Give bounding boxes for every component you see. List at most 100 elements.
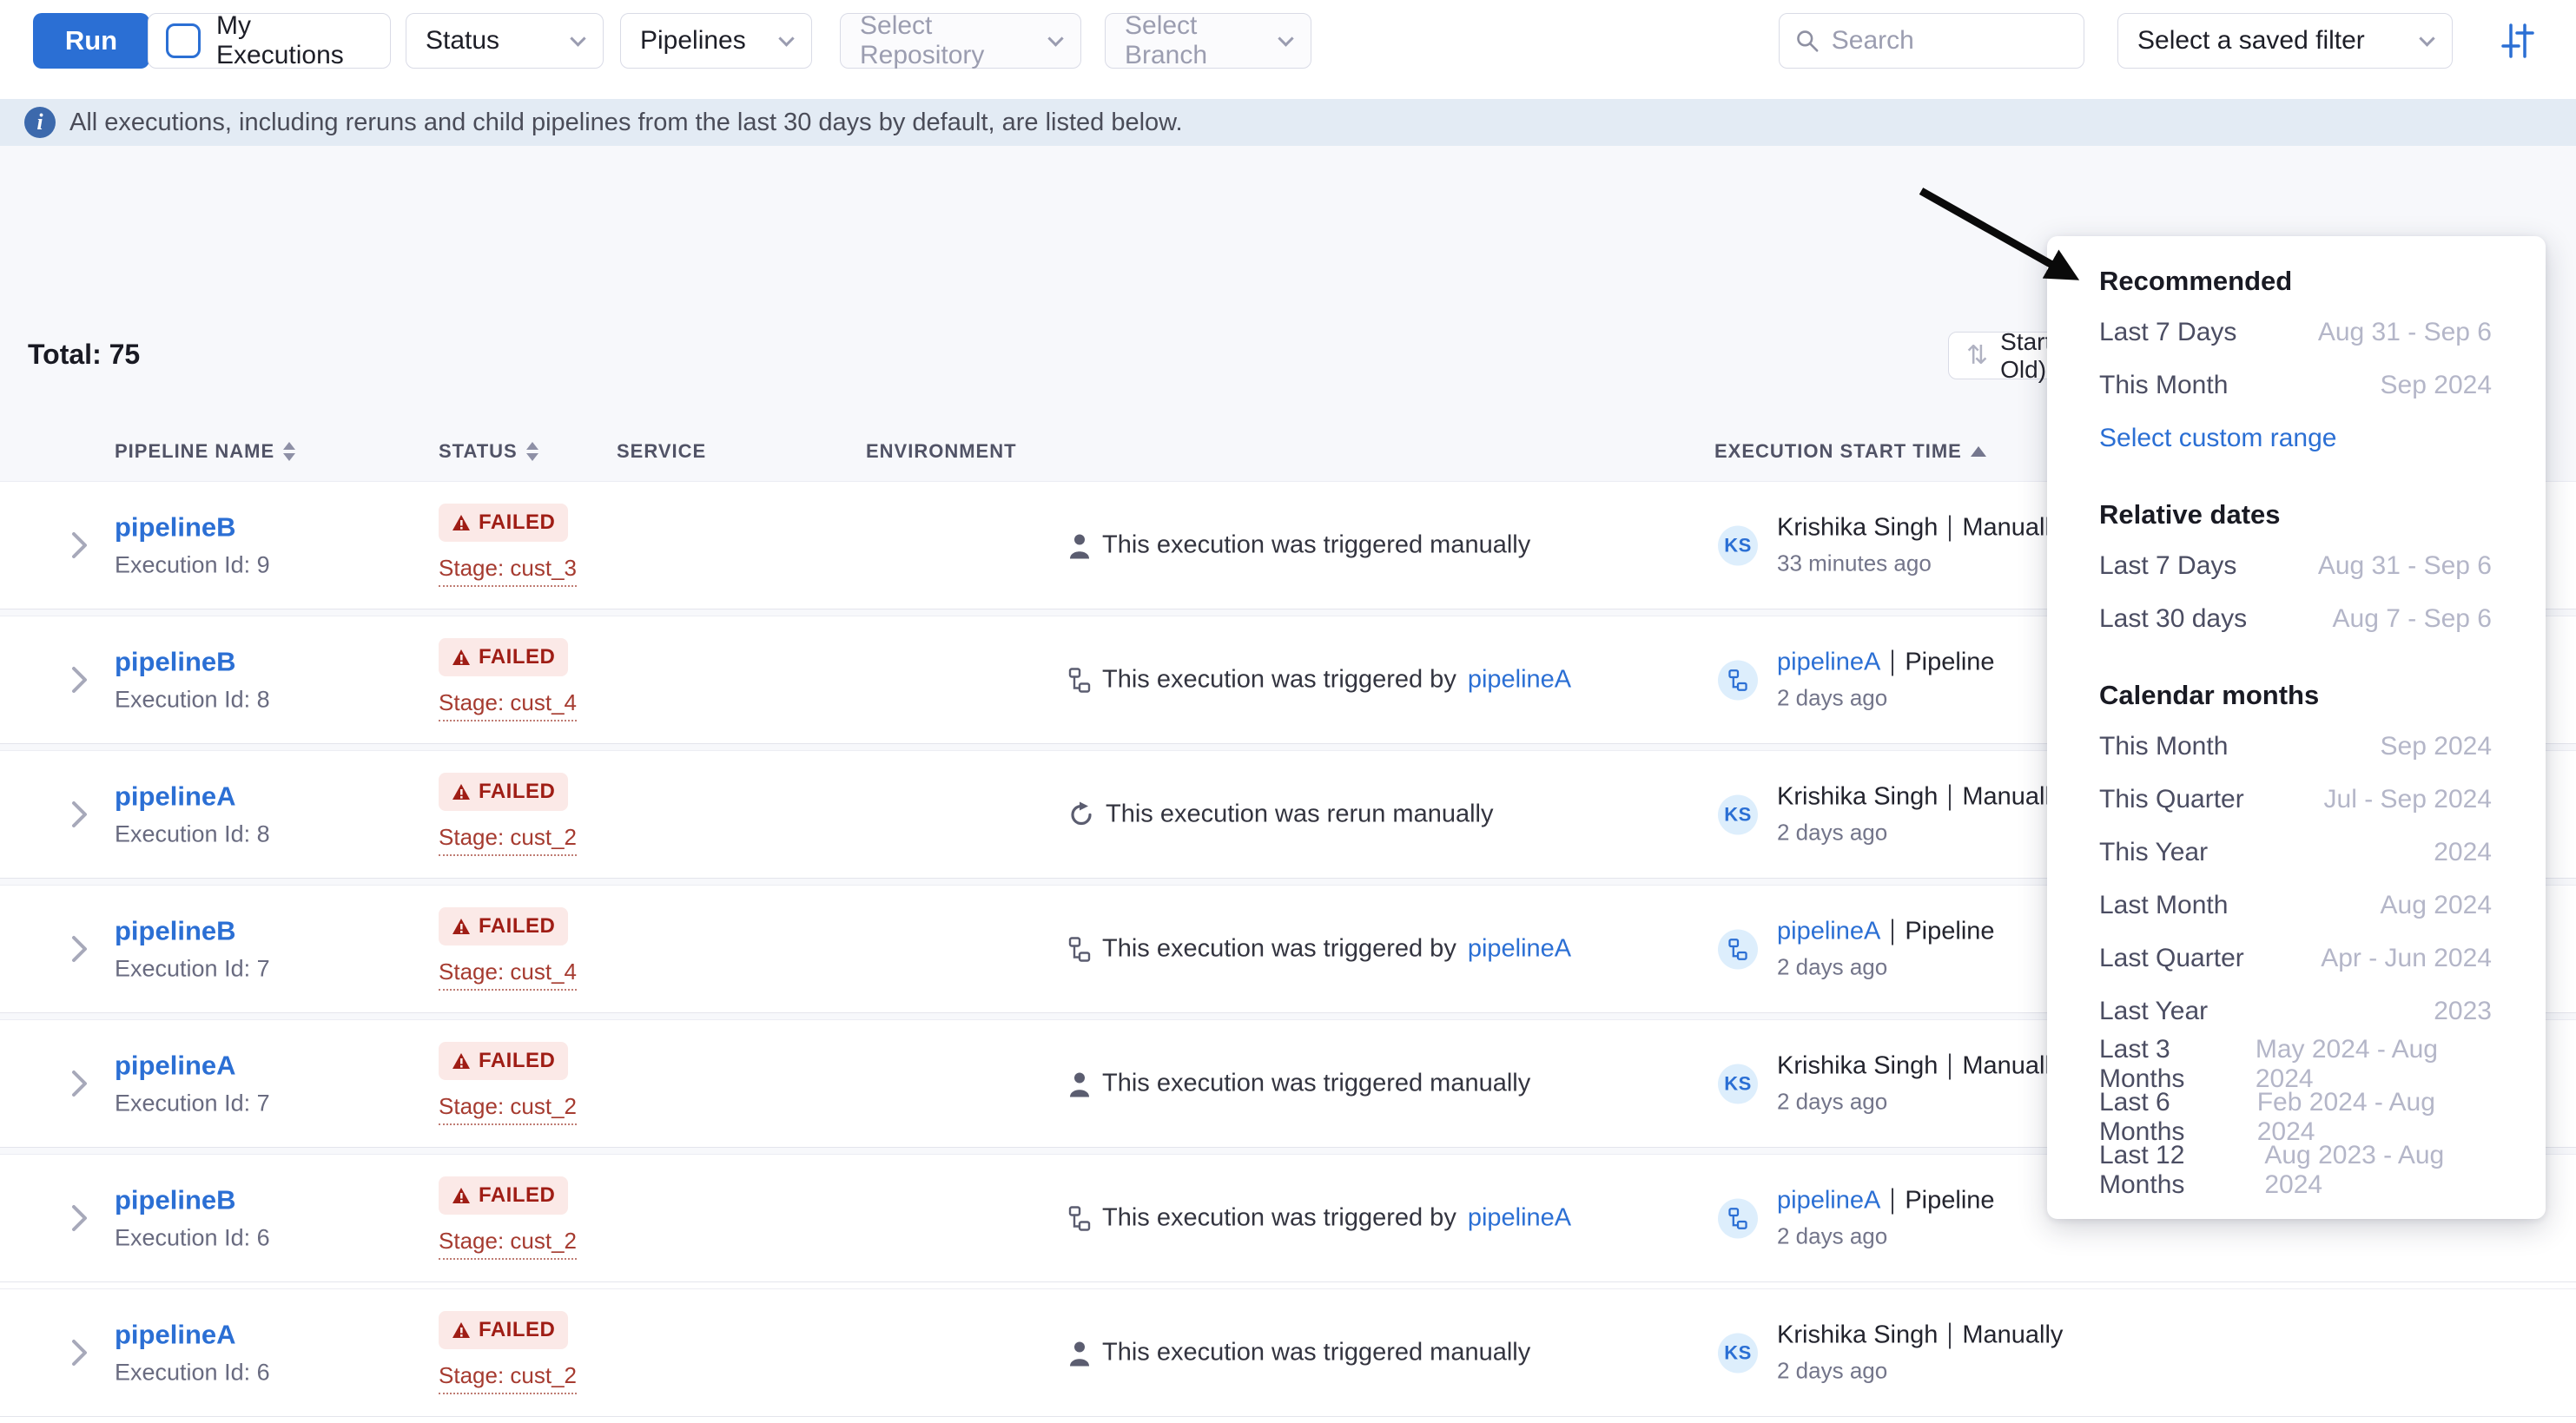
menu-item-select-custom-range[interactable]: Select custom range [2047, 412, 2546, 464]
triggered-by-pipeline-link[interactable]: pipelineA [1777, 1187, 1880, 1215]
triggered-by-pipeline-link[interactable]: pipelineA [1777, 918, 1880, 946]
person-icon [1068, 532, 1091, 558]
date-range-hint: May 2024 - Aug 2024 [2256, 1035, 2492, 1094]
date-range-hint: Feb 2024 - Aug 2024 [2257, 1088, 2492, 1147]
info-banner-text: All executions, including reruns and chi… [69, 109, 1183, 137]
trigger-pipeline-link[interactable]: pipelineA [1468, 666, 1571, 695]
pipeline-name-link[interactable]: pipelineB [115, 512, 270, 544]
triggered-by-name: Krishika Singh [1777, 514, 1938, 543]
failed-stage-link[interactable]: Stage: cust_3 [439, 555, 577, 587]
menu-item-this-year[interactable]: This Year 2024 [2047, 826, 2546, 879]
row-expand-chevron-icon[interactable] [71, 1070, 89, 1097]
execution-time-ago: 2 days ago [1777, 820, 2063, 847]
trigger-pipeline-link[interactable]: pipelineA [1468, 1204, 1571, 1233]
status-badge: FAILED [439, 907, 568, 945]
status-badge: FAILED [439, 773, 568, 811]
chevron-down-icon [1278, 30, 1293, 46]
trigger-message: This execution was triggered by [1102, 1204, 1456, 1233]
column-header-pipeline-name[interactable]: PIPELINE NAME [115, 440, 295, 463]
warning-icon [452, 1187, 471, 1204]
triggered-by-name: Krishika Singh [1777, 1321, 1938, 1350]
menu-item-last-12-months[interactable]: Last 12 Months Aug 2023 - Aug 2024 [2047, 1143, 2546, 1196]
top-toolbar: Run My Executions Status Pipelines Selec… [0, 0, 2576, 99]
pipeline-name-link[interactable]: pipelineB [115, 916, 270, 947]
menu-item-last-3-months[interactable]: Last 3 Months May 2024 - Aug 2024 [2047, 1038, 2546, 1090]
chevron-down-icon [570, 30, 585, 46]
column-header-service: SERVICE [617, 440, 706, 463]
person-icon [1068, 1071, 1091, 1097]
pipeline-name-link[interactable]: pipelineB [115, 1185, 270, 1216]
pipeline-name-link[interactable]: pipelineB [115, 647, 270, 678]
column-header-status[interactable]: STATUS [439, 440, 538, 463]
status-badge: FAILED [439, 638, 568, 676]
menu-section-header: Recommended [2047, 255, 2546, 306]
warning-icon [452, 1321, 471, 1339]
menu-item-last-6-months[interactable]: Last 6 Months Feb 2024 - Aug 2024 [2047, 1090, 2546, 1143]
run-button[interactable]: Run [33, 13, 149, 69]
row-expand-chevron-icon[interactable] [71, 1339, 89, 1367]
search-input[interactable] [1832, 26, 2068, 56]
failed-stage-link[interactable]: Stage: cust_2 [439, 824, 577, 856]
trigger-message: This execution was triggered by [1102, 935, 1456, 964]
user-avatar: KS [1718, 1064, 1758, 1103]
branch-filter-dropdown[interactable]: Select Branch [1105, 13, 1311, 69]
date-range-hint: 2023 [2434, 997, 2492, 1026]
my-executions-toggle[interactable]: My Executions [148, 13, 391, 69]
pipeline-avatar [1718, 929, 1758, 969]
pipelines-filter-dropdown[interactable]: Pipelines [620, 13, 812, 69]
menu-item-last-7-days[interactable]: Last 7 Days Aug 31 - Sep 6 [2047, 539, 2546, 592]
failed-stage-link[interactable]: Stage: cust_2 [439, 1228, 577, 1260]
my-executions-checkbox[interactable] [166, 23, 201, 58]
date-range-hint: Aug 31 - Sep 6 [2318, 318, 2492, 347]
person-icon [1068, 1340, 1091, 1366]
date-range-hint: Aug 7 - Sep 6 [2333, 604, 2492, 634]
failed-stage-link[interactable]: Stage: cust_4 [439, 689, 577, 721]
pipeline-name-link[interactable]: pipelineA [115, 781, 270, 813]
failed-stage-link[interactable]: Stage: cust_2 [439, 1362, 577, 1394]
saved-filter-dropdown[interactable]: Select a saved filter [2117, 13, 2453, 69]
search-box[interactable] [1779, 13, 2084, 69]
menu-item-this-month[interactable]: This Month Sep 2024 [2047, 720, 2546, 773]
menu-item-last-year[interactable]: Last Year 2023 [2047, 985, 2546, 1038]
trigger-message: This execution was triggered manually [1102, 1339, 1530, 1367]
status-badge: FAILED [439, 1176, 568, 1215]
menu-item-last-30-days[interactable]: Last 30 days Aug 7 - Sep 6 [2047, 592, 2546, 645]
execution-id: Execution Id: 7 [115, 1090, 270, 1117]
executions-page: { "toolbar": { "run_label": "Run", "my_e… [0, 0, 2576, 1243]
row-expand-chevron-icon[interactable] [71, 800, 89, 828]
menu-item-this-month[interactable]: This Month Sep 2024 [2047, 359, 2546, 412]
date-range-hint: Sep 2024 [2381, 371, 2492, 400]
trigger-message: This execution was triggered manually [1102, 531, 1530, 560]
status-badge: FAILED [439, 1311, 568, 1349]
date-range-hint: Aug 2024 [2381, 891, 2492, 920]
row-expand-chevron-icon[interactable] [71, 935, 89, 963]
pipeline-name-link[interactable]: pipelineA [115, 1320, 270, 1351]
triggered-by-pipeline-link[interactable]: pipelineA [1777, 649, 1880, 677]
row-expand-chevron-icon[interactable] [71, 666, 89, 694]
menu-item-last-month[interactable]: Last Month Aug 2024 [2047, 879, 2546, 932]
separator [1892, 919, 1893, 945]
column-header-execution-start-time[interactable]: EXECUTION START TIME [1714, 440, 1986, 463]
pipeline-name-link[interactable]: pipelineA [115, 1051, 270, 1082]
execution-id: Execution Id: 9 [115, 552, 270, 579]
trigger-type: Manually [1962, 1321, 2063, 1350]
menu-item-last-7-days[interactable]: Last 7 Days Aug 31 - Sep 6 [2047, 306, 2546, 359]
failed-stage-link[interactable]: Stage: cust_2 [439, 1093, 577, 1125]
row-expand-chevron-icon[interactable] [71, 531, 89, 559]
chevron-down-icon [2419, 30, 2434, 46]
date-range-hint: Apr - Jun 2024 [2321, 944, 2492, 973]
status-filter-dropdown[interactable]: Status [406, 13, 604, 69]
menu-item-this-quarter[interactable]: This Quarter Jul - Sep 2024 [2047, 773, 2546, 826]
filter-settings-icon[interactable] [2498, 21, 2538, 61]
repository-filter-label: Select Repository [860, 11, 1050, 70]
failed-stage-link[interactable]: Stage: cust_4 [439, 959, 577, 991]
repository-filter-dropdown[interactable]: Select Repository [840, 13, 1081, 69]
trigger-pipeline-link[interactable]: pipelineA [1468, 935, 1571, 964]
info-icon: i [24, 107, 56, 138]
menu-item-last-quarter[interactable]: Last Quarter Apr - Jun 2024 [2047, 932, 2546, 985]
row-expand-chevron-icon[interactable] [71, 1204, 89, 1232]
pipeline-avatar [1718, 1198, 1758, 1238]
date-range-hint: Jul - Sep 2024 [2324, 785, 2492, 814]
table-row[interactable]: pipelineA Execution Id: 6 FAILED Stage: … [0, 1288, 2576, 1417]
date-range-hint: Sep 2024 [2381, 732, 2492, 761]
